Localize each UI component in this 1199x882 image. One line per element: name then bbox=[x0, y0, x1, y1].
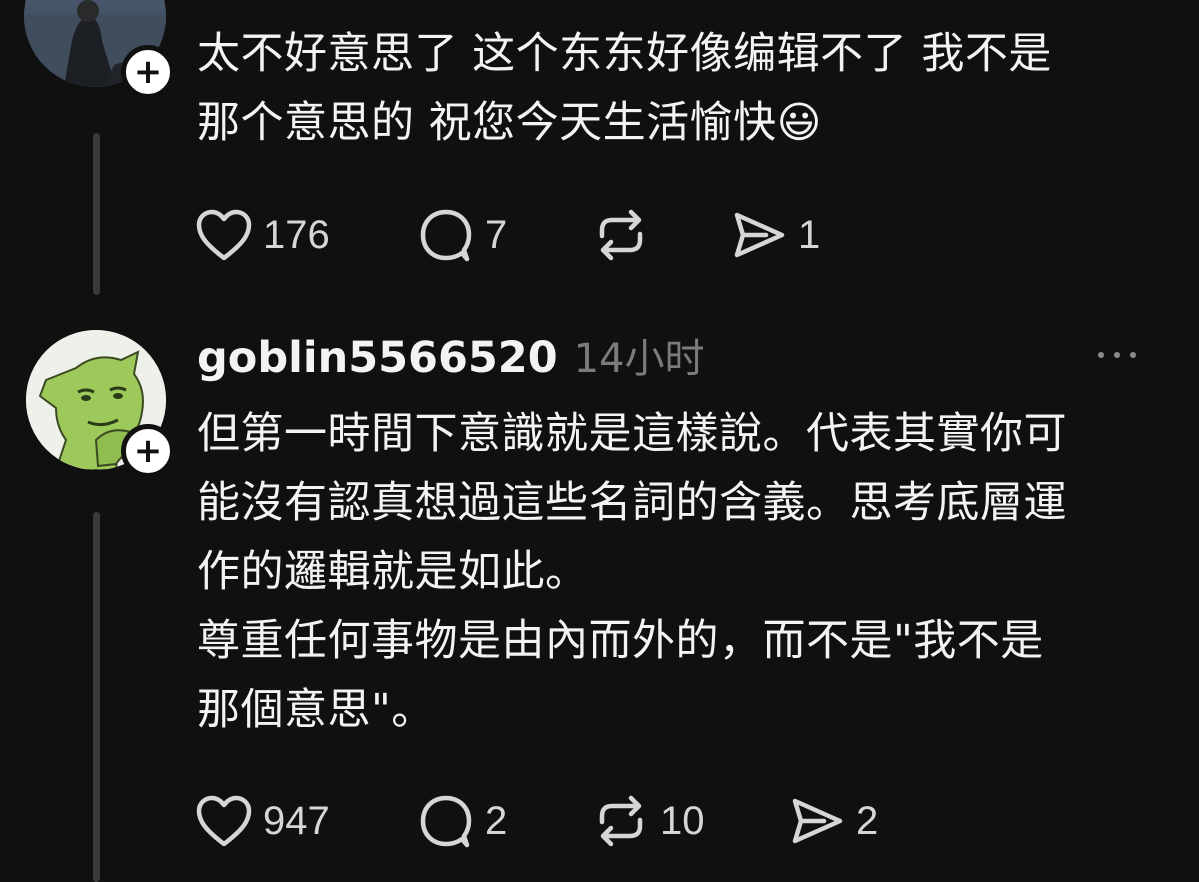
more-dots-icon bbox=[1098, 352, 1104, 358]
reply-button[interactable]: 7 bbox=[417, 206, 592, 264]
repost-count: 10 bbox=[660, 798, 705, 843]
post-text: 但第一時間下意識就是這樣說。代表其實你可 能沒有認真想過這些名詞的含義。思考底層… bbox=[197, 409, 1067, 735]
share-count: 2 bbox=[856, 798, 879, 843]
follow-button[interactable]: + bbox=[121, 45, 175, 99]
post-actions: 176 7 1 bbox=[195, 206, 820, 264]
more-dots-icon bbox=[1130, 352, 1136, 358]
share-count: 1 bbox=[798, 212, 821, 257]
repost-icon bbox=[599, 209, 643, 261]
share-button[interactable]: 1 bbox=[730, 206, 820, 264]
username-link[interactable]: goblin5566520 bbox=[197, 333, 558, 383]
repost-button[interactable] bbox=[592, 206, 730, 264]
send-icon bbox=[734, 212, 785, 258]
speech-bubble-icon bbox=[420, 795, 472, 848]
post-actions: 947 2 10 2 bbox=[195, 792, 878, 850]
thread-page: + 太不好意思了 这个东东好像编辑不了 我不是 那个意思的 祝您今天生活愉快😃 … bbox=[0, 0, 1199, 882]
follow-button[interactable]: + bbox=[121, 424, 175, 478]
repost-icon bbox=[599, 795, 643, 847]
like-count: 176 bbox=[263, 212, 330, 257]
more-options-button[interactable] bbox=[1098, 352, 1136, 358]
send-icon bbox=[792, 798, 843, 844]
reply-count: 2 bbox=[485, 798, 508, 843]
more-dots-icon bbox=[1114, 352, 1120, 358]
thread-connector-line bbox=[93, 133, 100, 295]
plus-icon: + bbox=[133, 431, 163, 471]
repost-button[interactable]: 10 bbox=[592, 792, 788, 850]
heart-icon bbox=[196, 209, 252, 261]
share-button[interactable]: 2 bbox=[788, 792, 878, 850]
post-header: goblin5566520 14小时 bbox=[197, 326, 705, 384]
post-text: 太不好意思了 这个东东好像编辑不了 我不是 那个意思的 祝您今天生活愉快😃 bbox=[197, 29, 1052, 148]
like-count: 947 bbox=[263, 798, 330, 843]
like-button[interactable]: 176 bbox=[195, 208, 417, 262]
speech-bubble-icon bbox=[420, 209, 472, 262]
like-button[interactable]: 947 bbox=[195, 794, 417, 848]
reply-button[interactable]: 2 bbox=[417, 792, 592, 850]
thread-connector-line bbox=[93, 512, 100, 882]
plus-icon: + bbox=[133, 52, 163, 92]
heart-icon bbox=[196, 795, 252, 847]
reply-count: 7 bbox=[485, 212, 508, 257]
post-timestamp: 14小时 bbox=[573, 336, 705, 382]
